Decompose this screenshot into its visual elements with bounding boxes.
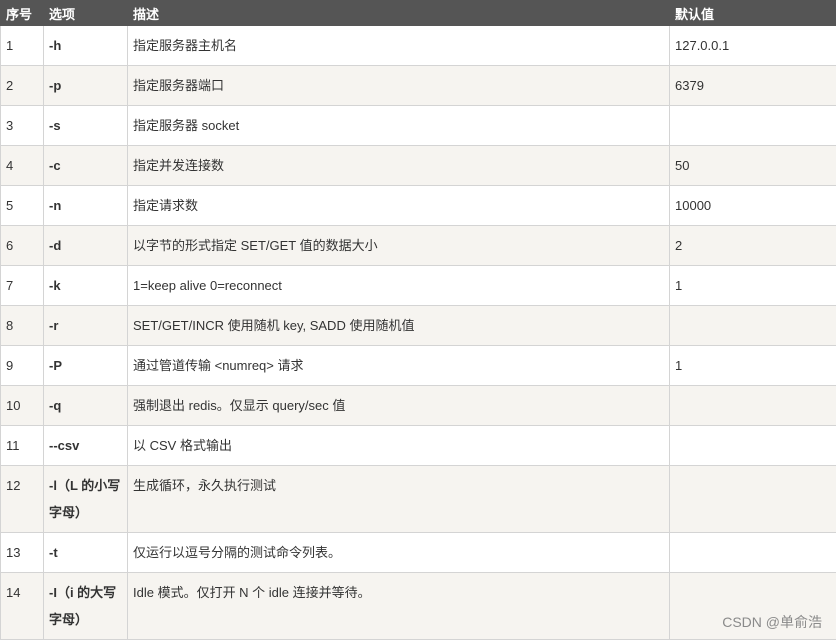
table-header-row: 序号 选项 描述 默认值: [0, 0, 836, 26]
header-no: 序号: [0, 0, 44, 26]
cell-no: 7: [0, 265, 44, 306]
cell-no: 1: [0, 25, 44, 66]
cell-default: 50: [669, 145, 836, 186]
cell-description: 指定服务器 socket: [127, 105, 670, 146]
cell-option: -P: [43, 345, 128, 386]
cell-description: 通过管道传输 <numreq> 请求: [127, 345, 670, 386]
table-row: 14 -I（i 的大写字母） Idle 模式。仅打开 N 个 idle 连接并等…: [0, 572, 836, 640]
table-row: 13 -t 仅运行以逗号分隔的测试命令列表。: [0, 532, 836, 573]
cell-default: [669, 532, 836, 573]
cell-option: -s: [43, 105, 128, 146]
cell-option: --csv: [43, 425, 128, 466]
cell-no: 8: [0, 305, 44, 346]
table-row: 7 -k 1=keep alive 0=reconnect 1: [0, 265, 836, 306]
cell-default: 1: [669, 345, 836, 386]
cell-no: 9: [0, 345, 44, 386]
cell-default: [669, 465, 836, 533]
table-row: 3 -s 指定服务器 socket: [0, 105, 836, 146]
cell-no: 6: [0, 225, 44, 266]
cell-no: 10: [0, 385, 44, 426]
cell-option: -t: [43, 532, 128, 573]
table-row: 9 -P 通过管道传输 <numreq> 请求 1: [0, 345, 836, 386]
cell-description: 仅运行以逗号分隔的测试命令列表。: [127, 532, 670, 573]
cell-no: 13: [0, 532, 44, 573]
cell-no: 3: [0, 105, 44, 146]
cell-description: 1=keep alive 0=reconnect: [127, 265, 670, 306]
cell-default: [669, 385, 836, 426]
cell-option: -c: [43, 145, 128, 186]
table-row: 1 -h 指定服务器主机名 127.0.0.1: [0, 25, 836, 66]
cell-no: 11: [0, 425, 44, 466]
cell-description: 以 CSV 格式输出: [127, 425, 670, 466]
cell-description: 生成循环，永久执行测试: [127, 465, 670, 533]
cell-default: 6379: [669, 65, 836, 106]
cell-option: -p: [43, 65, 128, 106]
cell-option: -d: [43, 225, 128, 266]
cell-option: -I（i 的大写字母）: [43, 572, 128, 640]
cell-default: [669, 425, 836, 466]
cell-default: 1: [669, 265, 836, 306]
cell-option: -h: [43, 25, 128, 66]
watermark: CSDN @单俞浩: [722, 614, 822, 630]
table-row: 10 -q 强制退出 redis。仅显示 query/sec 值: [0, 385, 836, 426]
table-row: 12 -l（L 的小写字母） 生成循环，永久执行测试: [0, 465, 836, 533]
cell-option: -k: [43, 265, 128, 306]
cell-description: 指定并发连接数: [127, 145, 670, 186]
table-row: 2 -p 指定服务器端口 6379: [0, 65, 836, 106]
header-option: 选项: [43, 0, 128, 26]
cell-option: -l（L 的小写字母）: [43, 465, 128, 533]
cell-default: 10000: [669, 185, 836, 226]
table-row: 6 -d 以字节的形式指定 SET/GET 值的数据大小 2: [0, 225, 836, 266]
header-description: 描述: [127, 0, 670, 26]
cell-description: 指定服务器端口: [127, 65, 670, 106]
cell-no: 14: [0, 572, 44, 640]
cell-no: 5: [0, 185, 44, 226]
cell-description: SET/GET/INCR 使用随机 key, SADD 使用随机值: [127, 305, 670, 346]
cell-description: 指定服务器主机名: [127, 25, 670, 66]
cell-default: [669, 105, 836, 146]
table-row: 5 -n 指定请求数 10000: [0, 185, 836, 226]
cell-option: -q: [43, 385, 128, 426]
cell-no: 12: [0, 465, 44, 533]
cell-option: -r: [43, 305, 128, 346]
cell-default: 127.0.0.1: [669, 25, 836, 66]
cell-description: 指定请求数: [127, 185, 670, 226]
cell-default: [669, 305, 836, 346]
table-row: 8 -r SET/GET/INCR 使用随机 key, SADD 使用随机值: [0, 305, 836, 346]
header-default: 默认值: [669, 0, 836, 26]
cell-option: -n: [43, 185, 128, 226]
cell-no: 4: [0, 145, 44, 186]
cell-no: 2: [0, 65, 44, 106]
cell-description: Idle 模式。仅打开 N 个 idle 连接并等待。: [127, 572, 670, 640]
cell-description: 以字节的形式指定 SET/GET 值的数据大小: [127, 225, 670, 266]
cell-description: 强制退出 redis。仅显示 query/sec 值: [127, 385, 670, 426]
table-row: 4 -c 指定并发连接数 50: [0, 145, 836, 186]
cell-default: 2: [669, 225, 836, 266]
table-row: 11 --csv 以 CSV 格式输出: [0, 425, 836, 466]
options-table: 序号 选项 描述 默认值 1 -h 指定服务器主机名 127.0.0.1 2 -…: [0, 0, 836, 640]
